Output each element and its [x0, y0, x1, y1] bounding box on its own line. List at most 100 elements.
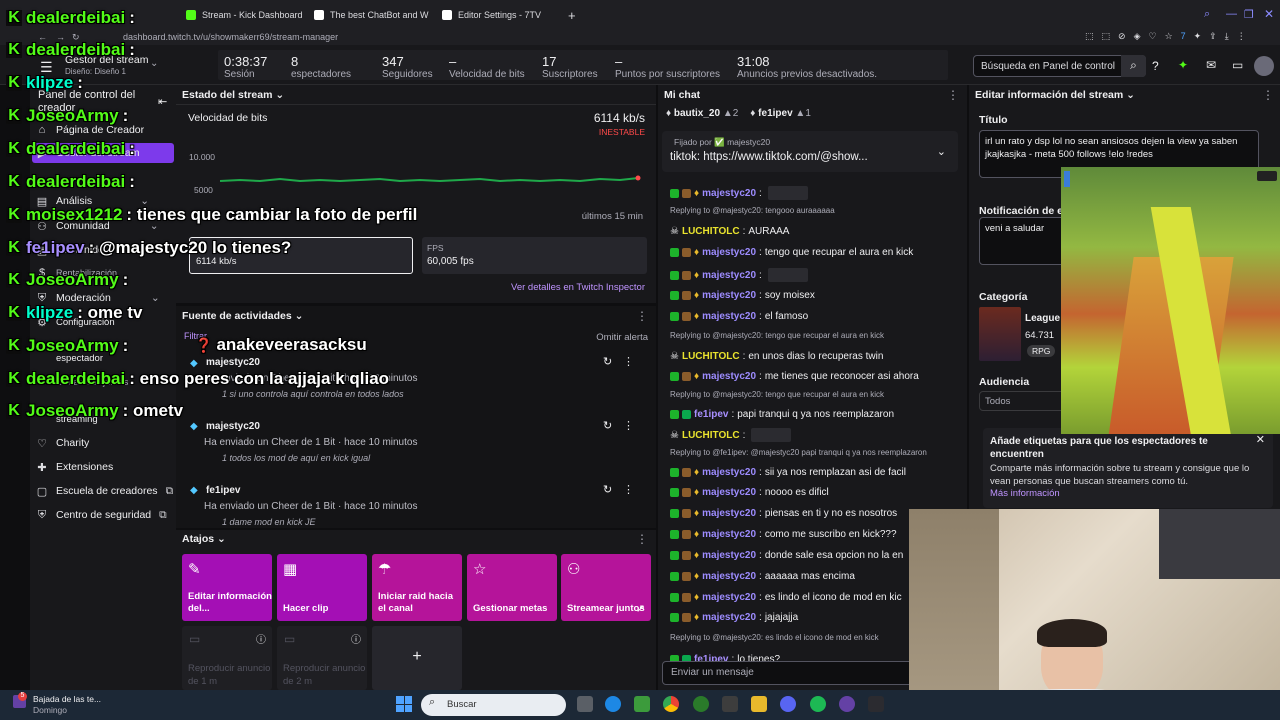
- more-options-icon[interactable]: ⋮: [947, 88, 959, 102]
- file-explorer-icon[interactable]: [751, 696, 767, 712]
- minecraft-icon[interactable]: [634, 696, 650, 712]
- chat-bubble-icon[interactable]: ▭: [1232, 58, 1243, 72]
- obs-icon[interactable]: [868, 696, 884, 712]
- chevron-down-icon[interactable]: ⌄: [937, 145, 946, 158]
- sidebar-item-extensions[interactable]: ✚ Extensiones: [36, 457, 113, 477]
- chat-message[interactable]: ☠ LUCHITOLC: en unos dias lo recuperas twi…: [670, 351, 883, 362]
- chat-username[interactable]: majestyc20: [702, 371, 756, 382]
- edit-info-title[interactable]: Editar información del stream ⌄: [975, 89, 1135, 101]
- app-icon[interactable]: [722, 696, 738, 712]
- ad-1m-shortcut[interactable]: ▭ ⓘ Reproducir anuncio de 1 m: [182, 626, 272, 690]
- chat-username[interactable]: majestyc20: [702, 467, 756, 478]
- new-tab-button[interactable]: +: [562, 4, 582, 26]
- chat-message[interactable]: ♦ majestyc20:: [670, 268, 808, 282]
- screenshot-icon[interactable]: ⬚: [1085, 31, 1094, 43]
- url-field[interactable]: dashboard.twitch.tv/u/showmakerr69/strea…: [123, 32, 338, 42]
- stream-together-shortcut[interactable]: ⚇ Streamear juntos ↗: [561, 554, 651, 621]
- tab-kick-dashboard[interactable]: Stream - Kick Dashboard: [180, 4, 309, 26]
- replay-icon[interactable]: ↻: [603, 419, 612, 432]
- replay-icon[interactable]: ↻: [603, 483, 612, 496]
- chat-username[interactable]: LUCHITOLC: [682, 430, 740, 441]
- activity-user[interactable]: majestyc20: [206, 421, 260, 432]
- chat-username[interactable]: majestyc20: [702, 247, 756, 258]
- discord-icon[interactable]: [780, 696, 796, 712]
- shield-ext-icon[interactable]: ◈: [1134, 31, 1141, 43]
- chat-username[interactable]: majestyc20: [702, 290, 756, 301]
- chat-message[interactable]: ♦ majestyc20: soy moisex: [670, 290, 815, 301]
- maximize-button[interactable]: ❐: [1244, 8, 1254, 21]
- crop-icon[interactable]: ⬚: [1102, 31, 1111, 43]
- twitch-icon[interactable]: [839, 696, 855, 712]
- close-window-button[interactable]: ✕: [1264, 7, 1274, 21]
- more-options-icon[interactable]: ⋮: [623, 355, 634, 368]
- more-options-icon[interactable]: ⋮: [636, 532, 648, 546]
- chat-username[interactable]: majestyc20: [702, 311, 756, 322]
- mail-icon[interactable]: ✉: [1206, 58, 1216, 72]
- star-icon[interactable]: ☆: [1165, 31, 1173, 43]
- xbox-icon[interactable]: [693, 696, 709, 712]
- chat-username[interactable]: majestyc20: [702, 571, 756, 582]
- 7tv-ext-icon[interactable]: 7: [1181, 31, 1186, 43]
- fps-box[interactable]: FPS 60,005 fps: [422, 237, 647, 274]
- share-icon[interactable]: ⇪: [1209, 31, 1217, 43]
- chat-message[interactable]: ♦ majestyc20: me tienes que reconocer asi …: [670, 371, 919, 382]
- chat-message[interactable]: ♦ majestyc20: como me suscribo en kick???: [670, 529, 897, 540]
- activity-feed-title[interactable]: Fuente de actividades ⌄: [182, 310, 303, 322]
- chat-username[interactable]: majestyc20: [702, 612, 756, 623]
- chat-username[interactable]: majestyc20: [702, 508, 756, 519]
- chat-message[interactable]: ☠ LUCHITOLC:: [670, 428, 792, 442]
- chat-message[interactable]: ♦ majestyc20: noooo es dificl: [670, 487, 829, 498]
- chat-message[interactable]: ♦ majestyc20: aaaaaa mas encima: [670, 571, 855, 582]
- info-icon[interactable]: ⓘ: [256, 631, 266, 646]
- chat-message[interactable]: ♦ majestyc20: sii ya nos remplazan asi de …: [670, 467, 906, 478]
- more-options-icon[interactable]: ⋮: [623, 483, 634, 496]
- tab-7tv[interactable]: Editor Settings - 7TV: [436, 4, 547, 26]
- search-icon[interactable]: ⌕: [1121, 55, 1146, 77]
- notification-title[interactable]: Bajada de las te...: [33, 694, 101, 704]
- chat-username[interactable]: LUCHITOLC: [682, 226, 740, 237]
- chat-message[interactable]: ♦ majestyc20: donde sale esa opcion no la …: [670, 550, 903, 561]
- minimize-button[interactable]: —: [1226, 8, 1237, 20]
- top-chatter[interactable]: ♦ bautix_20 ▲2: [666, 108, 738, 119]
- sidebar-item-creator-school[interactable]: ▢ Escuela de creadores ⧉: [36, 481, 173, 501]
- chrome-icon[interactable]: [663, 696, 679, 712]
- close-icon[interactable]: ✕: [1256, 433, 1265, 446]
- category-name[interactable]: League: [1025, 313, 1060, 324]
- chevron-down-icon[interactable]: ⌄: [150, 58, 158, 69]
- task-view-icon[interactable]: [577, 696, 593, 712]
- sidebar-item-safety-center[interactable]: ⛨ Centro de seguridad ⧉: [36, 505, 167, 525]
- block-icon[interactable]: ⊘: [1118, 31, 1126, 43]
- chat-username[interactable]: majestyc20: [702, 487, 756, 498]
- activity-user[interactable]: majestyc20: [206, 357, 260, 368]
- chat-message[interactable]: ♦ majestyc20:: [670, 186, 808, 200]
- twitch-inspector-link[interactable]: Ver detalles en Twitch Inspector: [511, 282, 645, 293]
- goals-shortcut[interactable]: ☆ Gestionar metas: [467, 554, 557, 621]
- chat-message[interactable]: fe1ipev: papi tranqui q ya nos reemplazar…: [670, 409, 894, 420]
- avatar[interactable]: [1254, 56, 1274, 76]
- more-options-icon[interactable]: ⋮: [623, 419, 634, 432]
- menu-dots-icon[interactable]: ⋮: [1237, 31, 1246, 43]
- chat-message[interactable]: ♦ majestyc20: jajajajja: [670, 612, 798, 623]
- category-tag[interactable]: RPG: [1027, 345, 1056, 357]
- chat-message[interactable]: ♦ majestyc20: piensas en ti y no es nosotr…: [670, 508, 897, 519]
- collapse-icon[interactable]: ⇤: [158, 95, 167, 108]
- activity-user[interactable]: fe1ipev: [206, 485, 240, 496]
- tab-chatbot[interactable]: The best ChatBot and W: [308, 4, 435, 26]
- stream-status-title[interactable]: Estado del stream ⌄: [182, 89, 284, 101]
- taskbar-search[interactable]: Buscar: [421, 694, 566, 716]
- add-shortcut-button[interactable]: +: [372, 626, 462, 690]
- chat-message[interactable]: ♦ majestyc20: es lindo el icono de mod en …: [670, 592, 902, 603]
- spotify-icon[interactable]: [810, 696, 826, 712]
- chat-username[interactable]: majestyc20: [702, 550, 756, 561]
- more-options-icon[interactable]: ⋮: [1262, 88, 1274, 102]
- search-icon[interactable]: ⌕: [1204, 8, 1210, 21]
- sidebar-item-charity[interactable]: ♡ Charity: [36, 433, 89, 453]
- clip-shortcut[interactable]: ▦ Hacer clip: [277, 554, 367, 621]
- help-icon[interactable]: ?: [1152, 59, 1159, 73]
- download-icon[interactable]: ⤓: [1225, 31, 1229, 43]
- tip-link[interactable]: Más información: [990, 488, 1060, 499]
- top-chatter[interactable]: ♦ fe1ipev ▲1: [750, 108, 811, 119]
- puzzle-icon[interactable]: ✦: [1194, 31, 1202, 43]
- pinned-message[interactable]: Fijado por ✅ majestyc20 tiktok: https://…: [662, 131, 958, 172]
- chat-username[interactable]: fe1ipev: [694, 409, 728, 420]
